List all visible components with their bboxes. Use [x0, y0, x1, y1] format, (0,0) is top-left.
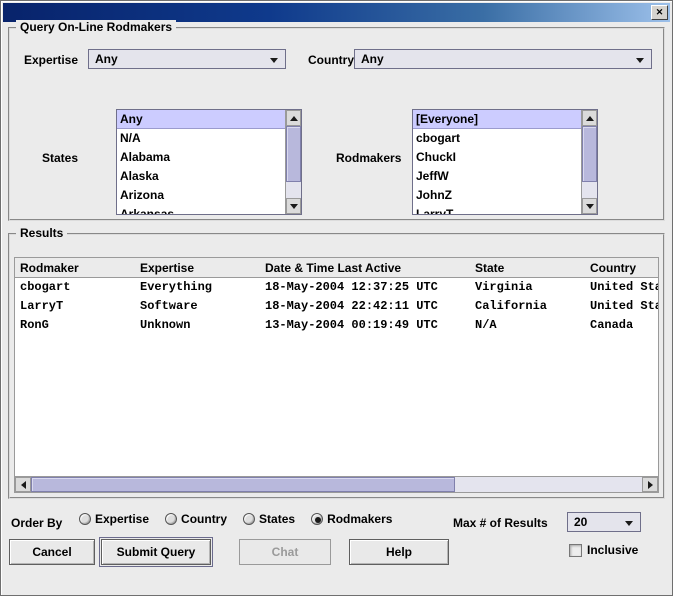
expertise-combobox[interactable]: Any: [88, 49, 286, 69]
results-table-header: Rodmaker Expertise Date & Time Last Acti…: [15, 258, 658, 278]
scroll-track[interactable]: [582, 126, 597, 198]
submit-query-button[interactable]: Submit Query: [101, 539, 211, 565]
table-row[interactable]: RonG Unknown 13-May-2004 00:19:49 UTC N/…: [15, 316, 658, 335]
scroll-up-icon: [290, 116, 298, 121]
order-by-radio[interactable]: Rodmakers: [311, 512, 392, 526]
cancel-button[interactable]: Cancel: [9, 539, 95, 565]
states-list-item[interactable]: Alabama: [117, 148, 285, 167]
scroll-track[interactable]: [31, 477, 642, 492]
max-results-label: Max # of Results: [453, 516, 548, 530]
scroll-thumb[interactable]: [582, 126, 597, 182]
states-list-item[interactable]: Arkansas: [117, 205, 285, 214]
scroll-right-icon: [648, 481, 653, 489]
states-listbox: Any N/A Alabama Alaska Arizo: [116, 109, 302, 215]
column-header-state[interactable]: State: [470, 258, 585, 277]
scroll-down-icon: [586, 204, 594, 209]
order-by-label: Order By: [11, 516, 62, 530]
table-row[interactable]: LarryT Software 18-May-2004 22:42:11 UTC…: [15, 297, 658, 316]
scroll-right-button[interactable]: [642, 477, 658, 492]
chevron-down-icon: [270, 58, 278, 63]
column-header-country[interactable]: Country: [585, 258, 658, 277]
scroll-up-icon: [586, 116, 594, 121]
states-list-item[interactable]: Alaska: [117, 167, 285, 186]
scroll-thumb[interactable]: [31, 477, 455, 492]
radio-icon: [243, 513, 255, 525]
order-by-radio[interactable]: Expertise: [79, 512, 149, 526]
country-combobox-value: Any: [361, 52, 384, 66]
states-list-item[interactable]: N/A: [117, 129, 285, 148]
results-groupbox: Results Rodmaker Expertise Date & Time L…: [8, 233, 665, 499]
expertise-label: Expertise: [24, 53, 78, 67]
chevron-down-icon: [625, 521, 633, 526]
rodmakers-list-item[interactable]: JohnZ: [413, 186, 581, 205]
radio-icon: [79, 513, 91, 525]
chevron-down-icon: [636, 58, 644, 63]
results-group-title: Results: [16, 226, 67, 240]
results-table-body: cbogart Everything 18-May-2004 12:37:25 …: [15, 278, 658, 476]
close-button[interactable]: [651, 5, 668, 20]
column-header-last-active[interactable]: Date & Time Last Active: [260, 258, 470, 277]
rodmakers-list-items: [Everyone] cbogart ChuckI JeffW: [413, 110, 581, 214]
scroll-left-icon: [21, 481, 26, 489]
scroll-up-button[interactable]: [286, 110, 301, 126]
states-label: States: [42, 151, 78, 165]
query-rodmakers-window: Query On-Line Rodmakers Expertise Any Co…: [0, 0, 673, 596]
order-by-options: Expertise Country States Rodmakers: [79, 512, 392, 526]
scroll-down-button[interactable]: [582, 198, 597, 214]
rodmakers-list-item[interactable]: LarryT: [413, 205, 581, 214]
expertise-combobox-value: Any: [95, 52, 118, 66]
radio-icon: [165, 513, 177, 525]
country-label: Country: [308, 53, 354, 67]
rodmakers-list-item[interactable]: ChuckI: [413, 148, 581, 167]
country-combobox[interactable]: Any: [354, 49, 652, 69]
column-header-rodmaker[interactable]: Rodmaker: [15, 258, 135, 277]
inclusive-checkbox[interactable]: Inclusive: [569, 543, 638, 557]
table-row[interactable]: cbogart Everything 18-May-2004 12:37:25 …: [15, 278, 658, 297]
states-list-items: Any N/A Alabama Alaska Arizo: [117, 110, 285, 214]
rodmakers-list-item[interactable]: [Everyone]: [413, 110, 581, 129]
rodmakers-listbox: [Everyone] cbogart ChuckI JeffW: [412, 109, 598, 215]
scroll-up-button[interactable]: [582, 110, 597, 126]
max-results-combobox[interactable]: 20: [567, 512, 641, 532]
order-by-radio[interactable]: Country: [165, 512, 227, 526]
states-list-scrollbar: [285, 110, 301, 214]
max-results-value: 20: [574, 515, 587, 529]
results-table: Rodmaker Expertise Date & Time Last Acti…: [14, 257, 659, 493]
scroll-down-icon: [290, 204, 298, 209]
states-list-item[interactable]: Any: [117, 110, 285, 129]
rodmakers-label: Rodmakers: [336, 151, 401, 165]
scroll-thumb[interactable]: [286, 126, 301, 182]
checkbox-icon: [569, 544, 582, 557]
rodmakers-list-scrollbar: [581, 110, 597, 214]
query-group-title: Query On-Line Rodmakers: [16, 20, 176, 34]
inclusive-label: Inclusive: [587, 543, 638, 557]
scroll-track[interactable]: [286, 126, 301, 198]
chat-button[interactable]: Chat: [239, 539, 331, 565]
scroll-left-button[interactable]: [15, 477, 31, 492]
radio-icon: [311, 513, 323, 525]
results-horizontal-scrollbar: [15, 476, 658, 492]
rodmakers-list-item[interactable]: cbogart: [413, 129, 581, 148]
scroll-down-button[interactable]: [286, 198, 301, 214]
rodmakers-list-item[interactable]: JeffW: [413, 167, 581, 186]
query-groupbox: Query On-Line Rodmakers Expertise Any Co…: [8, 27, 665, 221]
column-header-expertise[interactable]: Expertise: [135, 258, 260, 277]
order-by-radio[interactable]: States: [243, 512, 295, 526]
help-button[interactable]: Help: [349, 539, 449, 565]
states-list-item[interactable]: Arizona: [117, 186, 285, 205]
